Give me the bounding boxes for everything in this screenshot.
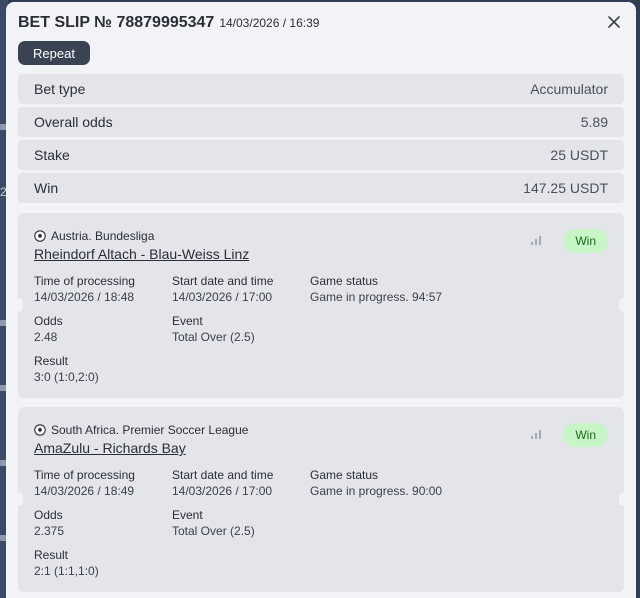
odds: Odds 2.375	[34, 507, 64, 539]
field-value: Total Over (2.5)	[172, 524, 255, 538]
event-market: Event Total Over (2.5)	[172, 507, 255, 539]
ticket-notch	[619, 298, 629, 312]
game-status: Game status Game in progress. 90:00	[310, 467, 442, 499]
time-of-processing: Time of processing 14/03/2026 / 18:49	[34, 467, 135, 499]
summary-row-bet-type: Bet type Accumulator	[18, 74, 624, 104]
field-label: Time of processing	[34, 468, 135, 482]
summary-row-stake: Stake 25 USDT	[18, 140, 624, 170]
summary-value: 5.89	[580, 114, 608, 130]
ticket-notch	[13, 492, 23, 506]
field-value: Game in progress. 90:00	[310, 484, 443, 498]
repeat-button[interactable]: Repeat	[18, 41, 90, 65]
modal-header: BET SLIP № 78879995347 14/03/2026 / 16:3…	[18, 14, 319, 32]
field-value: Total Over (2.5)	[172, 330, 255, 344]
field-value: 14/03/2026 / 17:00	[172, 290, 273, 304]
signal-bars-icon[interactable]	[530, 235, 542, 245]
time-of-processing: Time of processing 14/03/2026 / 18:48	[34, 273, 135, 305]
field-label: Odds	[34, 314, 63, 328]
soccer-ball-icon	[34, 424, 46, 436]
soccer-ball-icon	[34, 230, 46, 242]
summary-value: Accumulator	[530, 81, 608, 97]
bet-slip-modal: BET SLIP № 78879995347 14/03/2026 / 16:3…	[6, 2, 636, 598]
field-value: Game in progress. 94:57	[310, 290, 443, 304]
bet-slip-title: BET SLIP № 78879995347	[18, 14, 215, 31]
field-label: Start date and time	[172, 468, 274, 482]
field-value: 2.48	[34, 330, 58, 344]
event-market: Event Total Over (2.5)	[172, 313, 255, 345]
field-value: 2:1 (1:1,1:0)	[34, 564, 99, 578]
match-link[interactable]: AmaZulu - Richards Bay	[34, 440, 186, 456]
field-label: Odds	[34, 508, 63, 522]
field-label: Event	[172, 508, 203, 522]
signal-bars-icon[interactable]	[530, 429, 542, 439]
bet-summary: Bet type Accumulator Overall odds 5.89 S…	[18, 74, 624, 206]
summary-row-overall-odds: Overall odds 5.89	[18, 107, 624, 137]
field-label: Start date and time	[172, 274, 274, 288]
close-icon[interactable]	[606, 14, 622, 30]
field-label: Game status	[310, 468, 379, 482]
field-label: Event	[172, 314, 203, 328]
summary-row-win: Win 147.25 USDT	[18, 173, 624, 203]
game-status: Game status Game in progress. 94:57	[310, 273, 442, 305]
league-line: Austria. Bundesliga	[34, 229, 154, 243]
summary-label: Win	[34, 180, 59, 196]
bet-slip-datetime: 14/03/2026 / 16:39	[219, 16, 320, 30]
field-value: 14/03/2026 / 18:48	[34, 290, 135, 304]
field-value: 14/03/2026 / 17:00	[172, 484, 273, 498]
odds: Odds 2.48	[34, 313, 63, 345]
field-label: Result	[34, 548, 69, 562]
field-value: 14/03/2026 / 18:49	[34, 484, 135, 498]
field-value: 3:0 (1:0,2:0)	[34, 370, 99, 384]
event-card: South Africa. Premier Soccer League AmaZ…	[13, 407, 629, 592]
summary-label: Stake	[34, 147, 70, 163]
field-label: Result	[34, 354, 69, 368]
league-name: South Africa. Premier Soccer League	[51, 423, 249, 437]
event-card: Austria. Bundesliga Rheindorf Altach - B…	[13, 213, 629, 398]
match-link[interactable]: Rheindorf Altach - Blau-Weiss Linz	[34, 246, 249, 262]
result: Result 3:0 (1:0,2:0)	[34, 353, 99, 385]
field-value: 2.375	[34, 524, 65, 538]
status-badge: Win	[563, 423, 608, 447]
start-date-time: Start date and time 14/03/2026 / 17:00	[172, 273, 273, 305]
start-date-time: Start date and time 14/03/2026 / 17:00	[172, 467, 273, 499]
field-label: Time of processing	[34, 274, 135, 288]
league-name: Austria. Bundesliga	[51, 229, 155, 243]
summary-value: 147.25 USDT	[523, 180, 608, 196]
summary-label: Bet type	[34, 81, 86, 97]
ticket-notch	[619, 492, 629, 506]
ticket-notch	[13, 298, 23, 312]
league-line: South Africa. Premier Soccer League	[34, 423, 248, 437]
field-label: Game status	[310, 274, 379, 288]
status-badge: Win	[563, 229, 608, 253]
summary-label: Overall odds	[34, 114, 113, 130]
result: Result 2:1 (1:1,1:0)	[34, 547, 99, 579]
summary-value: 25 USDT	[550, 147, 608, 163]
